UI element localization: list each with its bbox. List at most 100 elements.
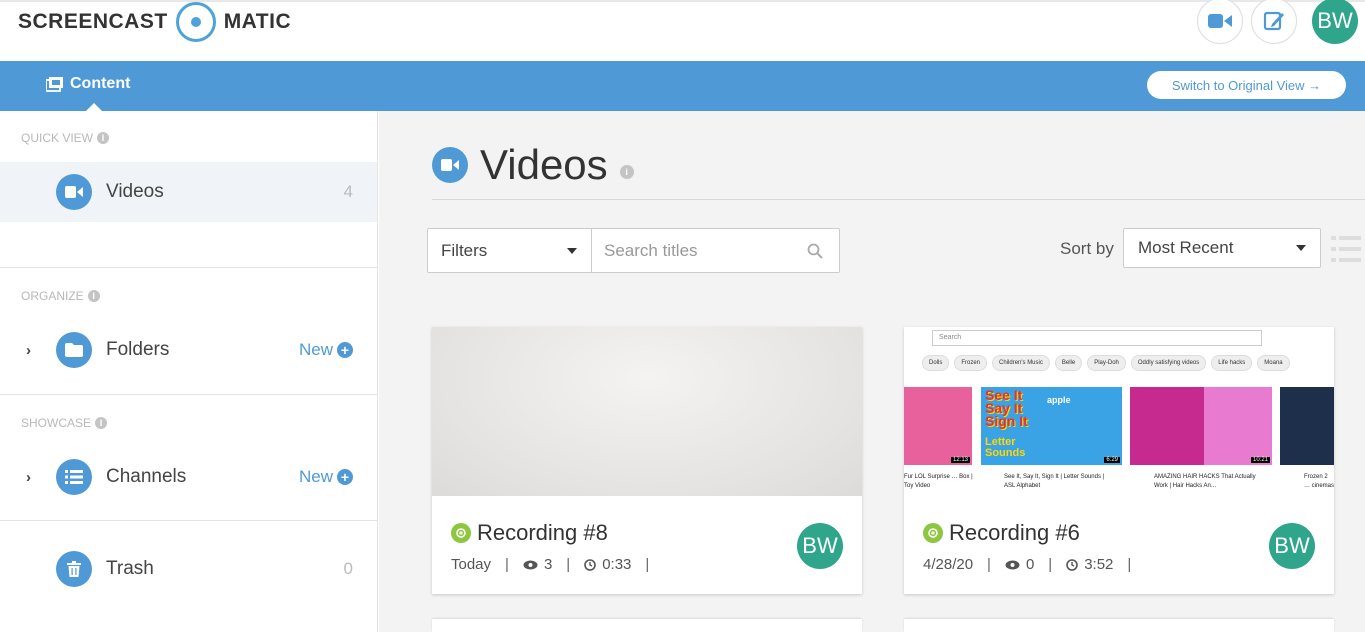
owner-avatar: BW bbox=[1269, 523, 1315, 569]
editor-button[interactable] bbox=[1251, 0, 1297, 44]
sort-by-label: Sort by bbox=[1060, 239, 1114, 258]
tile-apple-word: apple bbox=[1047, 395, 1071, 405]
video-thumbnail[interactable]: Search Dolls Frozen Children's Music Bel… bbox=[904, 327, 1334, 496]
info-icon[interactable]: i bbox=[619, 165, 634, 179]
info-icon[interactable]: i bbox=[87, 290, 100, 302]
video-date: 4/28/20 bbox=[923, 556, 974, 573]
main-content: Videos i Filters Sort by Most Recent Rec… bbox=[379, 111, 1365, 632]
channels-list-icon bbox=[56, 459, 92, 495]
thumbnail-tile: See It Say It Sign It Letter Sounds appl… bbox=[981, 387, 1122, 465]
trash-icon bbox=[56, 551, 92, 587]
published-status-icon bbox=[451, 523, 471, 543]
meta-separator: | bbox=[987, 556, 991, 573]
chip: Belle bbox=[1054, 355, 1083, 371]
thumbnail-tile: 12:13 bbox=[904, 387, 972, 465]
screencast-matic-logo[interactable]: SCREENCAST MATIC bbox=[18, 2, 292, 42]
video-title-text: Recording #8 bbox=[477, 520, 608, 545]
chip: Frozen bbox=[954, 355, 988, 371]
new-channel-button[interactable]: New + bbox=[299, 467, 353, 487]
clock-icon bbox=[1066, 558, 1079, 571]
quick-view-label: QUICK VIEW i bbox=[21, 131, 110, 145]
organize-label-text: ORGANIZE bbox=[21, 289, 84, 303]
video-card-partial[interactable] bbox=[432, 619, 862, 632]
switch-to-original-view-button[interactable]: Switch to Original View → bbox=[1147, 71, 1346, 99]
sidebar-item-channels-label: Channels bbox=[106, 466, 187, 487]
chip: Oddly satisfying videos bbox=[1130, 355, 1207, 371]
chip: Children's Music bbox=[992, 355, 1050, 371]
content-navbar: Content Switch to Original View → bbox=[0, 61, 1365, 111]
thumbnail-caption: Fur LOL Surprise … Box | Toy Video bbox=[904, 474, 973, 489]
divider bbox=[0, 394, 377, 395]
video-camera-icon bbox=[1208, 14, 1232, 28]
video-meta: 4/28/20 | 0 | 3:52 | bbox=[923, 556, 1139, 573]
record-video-button[interactable] bbox=[1197, 0, 1243, 44]
caret-down-icon bbox=[567, 247, 577, 254]
sidebar: QUICK VIEW i Videos 4 ORGANIZE i › Folde… bbox=[0, 111, 378, 632]
youtube-chip-row: Dolls Frozen Children's Music Belle Play… bbox=[904, 355, 1334, 373]
chip: Dolls bbox=[922, 355, 950, 371]
video-duration: 3:52 bbox=[1084, 556, 1114, 573]
search-icon[interactable] bbox=[807, 243, 823, 259]
sidebar-item-channels[interactable]: › Channels New + bbox=[0, 447, 377, 507]
new-folder-label: New bbox=[298, 340, 333, 359]
sidebar-item-folders[interactable]: › Folders New + bbox=[0, 320, 377, 380]
tile-line: Sign It bbox=[985, 413, 1028, 429]
chevron-right-icon[interactable]: › bbox=[26, 469, 31, 486]
search-container bbox=[592, 229, 839, 272]
duration-badge: 6:29 bbox=[1104, 457, 1120, 463]
video-camera-icon bbox=[432, 147, 468, 183]
filters-dropdown[interactable]: Filters bbox=[428, 229, 592, 272]
user-avatar[interactable]: BW bbox=[1312, 0, 1358, 44]
thumbnail-tile: 10:21 bbox=[1130, 387, 1272, 465]
meta-separator: | bbox=[505, 556, 509, 573]
content-icon bbox=[46, 76, 63, 92]
plus-circle-icon: + bbox=[337, 342, 353, 358]
sidebar-item-trash-label: Trash bbox=[106, 558, 154, 579]
new-channel-label: New bbox=[298, 467, 333, 486]
video-card[interactable]: Search Dolls Frozen Children's Music Bel… bbox=[904, 327, 1334, 594]
logo-text-left: SCREENCAST bbox=[18, 10, 168, 33]
eye-icon bbox=[1005, 560, 1020, 569]
plus-circle-icon: + bbox=[337, 469, 353, 485]
video-camera-icon bbox=[56, 174, 92, 210]
sidebar-item-trash[interactable]: Trash 0 bbox=[0, 539, 377, 599]
video-title-text: Recording #6 bbox=[949, 520, 1080, 545]
trash-count: 0 bbox=[343, 559, 353, 578]
top-header: SCREENCAST MATIC BW bbox=[0, 0, 1365, 61]
new-folder-button[interactable]: New + bbox=[299, 340, 353, 360]
video-meta: Today | 3 | 0:33 | bbox=[451, 556, 657, 573]
sidebar-item-videos[interactable]: Videos 4 bbox=[0, 162, 377, 222]
page-title-text: Videos bbox=[480, 141, 608, 188]
video-title[interactable]: Recording #8 bbox=[451, 520, 608, 546]
list-view-icon[interactable] bbox=[1329, 235, 1363, 263]
video-title[interactable]: Recording #6 bbox=[923, 520, 1080, 546]
youtube-search-bar: Search bbox=[932, 330, 1262, 346]
info-icon[interactable]: i bbox=[95, 417, 108, 429]
view-count: 3 bbox=[543, 556, 553, 573]
logo-ring-icon bbox=[175, 2, 216, 42]
video-date: Today bbox=[451, 556, 492, 573]
chip: Life hacks bbox=[1211, 355, 1253, 371]
video-card[interactable]: Recording #8 Today | 3 | 0:33 | BW bbox=[432, 327, 862, 594]
tab-content[interactable]: Content bbox=[46, 75, 130, 93]
quick-view-label-text: QUICK VIEW bbox=[21, 131, 94, 145]
video-card-partial[interactable] bbox=[904, 619, 1334, 632]
thumbnail-caption: Frozen 2 … cinemas bbox=[1304, 474, 1334, 489]
filters-label: Filters bbox=[441, 240, 488, 260]
page-title: Videos i bbox=[432, 141, 634, 189]
view-count: 0 bbox=[1025, 556, 1035, 573]
videos-count: 4 bbox=[343, 182, 353, 201]
search-input[interactable] bbox=[592, 229, 839, 272]
sidebar-item-folders-label: Folders bbox=[106, 339, 170, 360]
chevron-right-icon[interactable]: › bbox=[26, 342, 31, 359]
duration-badge: 12:13 bbox=[950, 457, 970, 463]
logo-text-right: MATIC bbox=[223, 10, 292, 33]
sort-dropdown[interactable]: Most Recent bbox=[1123, 228, 1321, 268]
divider bbox=[0, 267, 377, 268]
filter-search-bar: Filters bbox=[427, 228, 840, 273]
video-thumbnail[interactable] bbox=[432, 327, 862, 496]
info-icon[interactable]: i bbox=[97, 132, 110, 144]
published-status-icon bbox=[923, 523, 943, 543]
video-duration: 0:33 bbox=[602, 556, 632, 573]
folder-icon bbox=[56, 332, 92, 368]
